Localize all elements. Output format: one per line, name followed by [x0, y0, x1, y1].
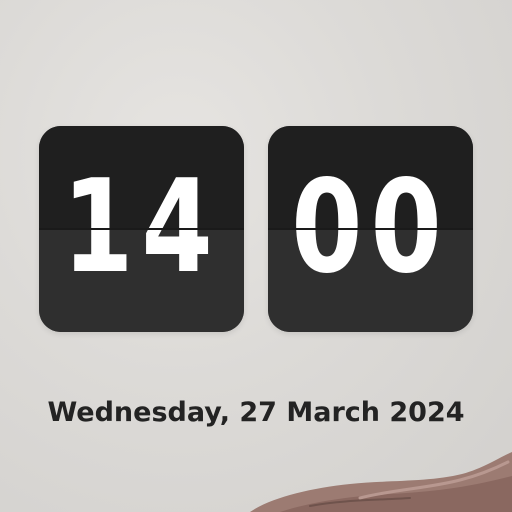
flip-clock: 14 00 — [0, 0, 512, 512]
wallpaper-object-corner — [250, 452, 512, 512]
hours-tile: 14 — [39, 126, 244, 332]
hours-split-line — [39, 228, 244, 230]
minutes-split-line — [268, 228, 473, 230]
date-label: Wednesday, 27 March 2024 — [47, 397, 465, 428]
minutes-tile: 00 — [268, 126, 473, 332]
